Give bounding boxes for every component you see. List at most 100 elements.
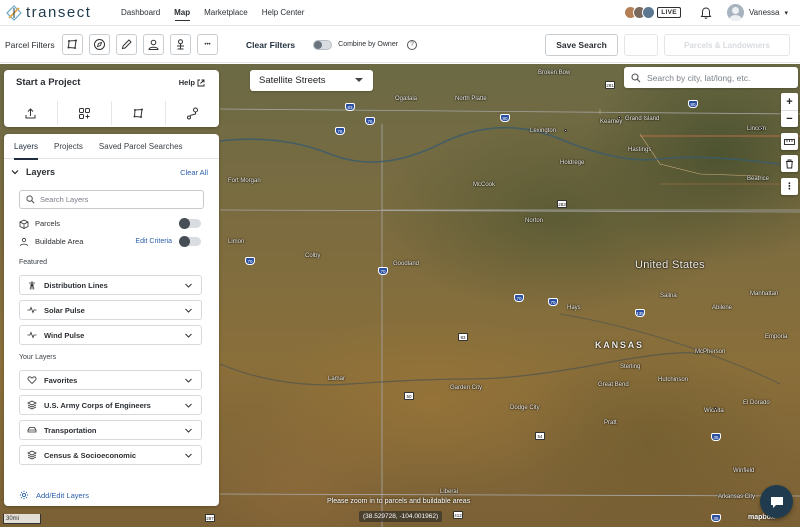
- layer-accordion-census[interactable]: Census & Socioeconomic: [19, 445, 202, 465]
- heart-icon: [27, 376, 37, 385]
- route-icon: [187, 107, 198, 119]
- layer-accordion-army-corps[interactable]: U.S. Army Corps of Engineers: [19, 395, 202, 415]
- save-search-button[interactable]: Save Search: [545, 34, 618, 56]
- highway-shield-icon: 76: [335, 127, 345, 135]
- highway-shield-icon: 287: [205, 514, 215, 522]
- combine-by-owner-toggle[interactable]: [313, 39, 333, 50]
- power-tower-icon: [29, 281, 35, 290]
- measure-ruler-button[interactable]: [781, 133, 798, 150]
- notification-bell-icon[interactable]: [699, 6, 713, 20]
- basemap-select-value: Satellite Streets: [259, 75, 326, 86]
- map-label-city: Emporia: [765, 334, 788, 340]
- person-icon: [148, 39, 159, 50]
- tab-layers[interactable]: Layers: [14, 134, 39, 160]
- highway-shield-icon: 70: [245, 257, 255, 265]
- zoom-out-button[interactable]: −: [781, 110, 798, 127]
- map-label-city: Arkansas City: [718, 494, 756, 500]
- user-avatar[interactable]: [726, 4, 744, 21]
- clear-all-button[interactable]: Clear All: [180, 168, 208, 177]
- more-options-icon[interactable]: ⋮: [781, 178, 798, 195]
- map-label-city: Hastings: [628, 147, 652, 153]
- chevron-down-icon: [185, 333, 192, 338]
- nav-link-marketplace[interactable]: Marketplace: [204, 0, 262, 26]
- layer-accordion-solar-pulse[interactable]: Solar Pulse: [19, 300, 202, 320]
- filter-polygon-button[interactable]: [62, 34, 83, 55]
- chevron-down-icon: [355, 78, 363, 82]
- top-navigation: transect Dashboard Map Marketplace Help …: [0, 0, 800, 26]
- parcels-toggle[interactable]: [179, 218, 201, 229]
- pencil-icon: [121, 39, 132, 50]
- map-label-city: El Dorado: [743, 400, 770, 406]
- city-dot: [618, 116, 621, 119]
- chat-bubble-icon: [770, 496, 783, 508]
- accordion-label: Wind Pulse: [44, 330, 85, 340]
- accordion-label: U.S. Army Corps of Engineers: [44, 400, 151, 410]
- map-label-city: North Platte: [455, 96, 487, 102]
- delete-button[interactable]: [781, 155, 798, 172]
- buildable-area-toggle[interactable]: [179, 236, 201, 247]
- map-label-city: Goodland: [393, 261, 420, 267]
- tab-projects[interactable]: Projects: [54, 134, 83, 159]
- filter-more-button[interactable]: •••: [197, 34, 218, 55]
- nav-link-dashboard[interactable]: Dashboard: [121, 0, 174, 26]
- brand-name: transect: [26, 4, 92, 21]
- map-label-city: McPherson: [695, 349, 726, 355]
- zoom-in-button[interactable]: +: [781, 93, 798, 110]
- live-collaborators[interactable]: LIVE: [624, 6, 681, 19]
- accordion-label: Solar Pulse: [44, 305, 85, 315]
- map-label-city: Lexington: [530, 128, 557, 134]
- highway-shield-icon: 54: [535, 432, 545, 440]
- nav-link-map[interactable]: Map: [174, 0, 204, 26]
- route-project-button[interactable]: [165, 101, 219, 125]
- map-label-city: Broken Bow: [538, 70, 571, 76]
- map-label-city: Hutchinson: [658, 377, 689, 383]
- help-circle-icon[interactable]: ?: [407, 39, 418, 50]
- parcels-landowners-button[interactable]: Parcels & Landowners: [664, 34, 790, 56]
- layer-accordion-favorites[interactable]: Favorites: [19, 370, 202, 390]
- parcels-label: Parcels: [35, 219, 61, 228]
- start-project-panel: Start a Project Help: [4, 70, 219, 127]
- user-menu-caret-icon[interactable]: ▾: [784, 9, 788, 17]
- filter-compass-button[interactable]: [89, 34, 110, 55]
- user-name[interactable]: Vanessa: [749, 8, 780, 17]
- help-link[interactable]: Help: [179, 78, 205, 87]
- filter-draw-button[interactable]: [116, 34, 137, 55]
- map-label-city: Grand Island: [625, 116, 660, 122]
- brand[interactable]: transect: [6, 4, 114, 21]
- basemap-select[interactable]: Satellite Streets: [250, 70, 373, 91]
- map-label-city: Sterling: [620, 364, 641, 370]
- chevron-down-icon: [185, 308, 192, 313]
- search-layers-input[interactable]: [40, 195, 190, 204]
- more-dots-icon: •••: [204, 41, 211, 48]
- add-edit-layers-button[interactable]: Add/Edit Layers: [19, 490, 89, 500]
- layer-accordion-wind-pulse[interactable]: Wind Pulse: [19, 325, 202, 345]
- highway-shield-icon: 80: [688, 100, 698, 108]
- chat-button[interactable]: [760, 485, 793, 518]
- layer-accordion-transportation[interactable]: Transportation: [19, 420, 202, 440]
- search-layers: [19, 190, 204, 209]
- person-location-icon: [177, 39, 184, 50]
- add-grid-project-button[interactable]: [57, 101, 111, 125]
- tab-saved-parcel-searches[interactable]: Saved Parcel Searches: [99, 134, 183, 159]
- layer-accordion-distribution-lines[interactable]: Distribution Lines: [19, 275, 202, 295]
- trash-icon: [786, 159, 793, 168]
- polygon-icon: [67, 39, 77, 49]
- filter-landowner-button[interactable]: [170, 34, 191, 55]
- edit-criteria-link[interactable]: Edit Criteria: [135, 238, 172, 245]
- upload-project-button[interactable]: [4, 101, 57, 125]
- chevron-down-icon[interactable]: [11, 168, 19, 176]
- accordion-label: Favorites: [44, 375, 78, 385]
- filter-owner-button[interactable]: [143, 34, 164, 55]
- layers-title: Layers: [26, 167, 56, 177]
- chevron-down-icon: [185, 378, 192, 383]
- transect-logo-icon: [6, 4, 22, 21]
- disabled-toolbar-button: [624, 34, 658, 56]
- map-search-input[interactable]: [647, 72, 787, 83]
- person-area-icon: [20, 237, 28, 246]
- nav-link-help-center[interactable]: Help Center: [262, 0, 319, 26]
- zoom-controls: + −: [781, 93, 798, 127]
- draw-polygon-project-button[interactable]: [111, 101, 165, 125]
- clear-filters-button[interactable]: Clear Filters: [246, 40, 295, 50]
- city-dot: [564, 129, 567, 132]
- highway-shield-icon: 281: [605, 81, 615, 89]
